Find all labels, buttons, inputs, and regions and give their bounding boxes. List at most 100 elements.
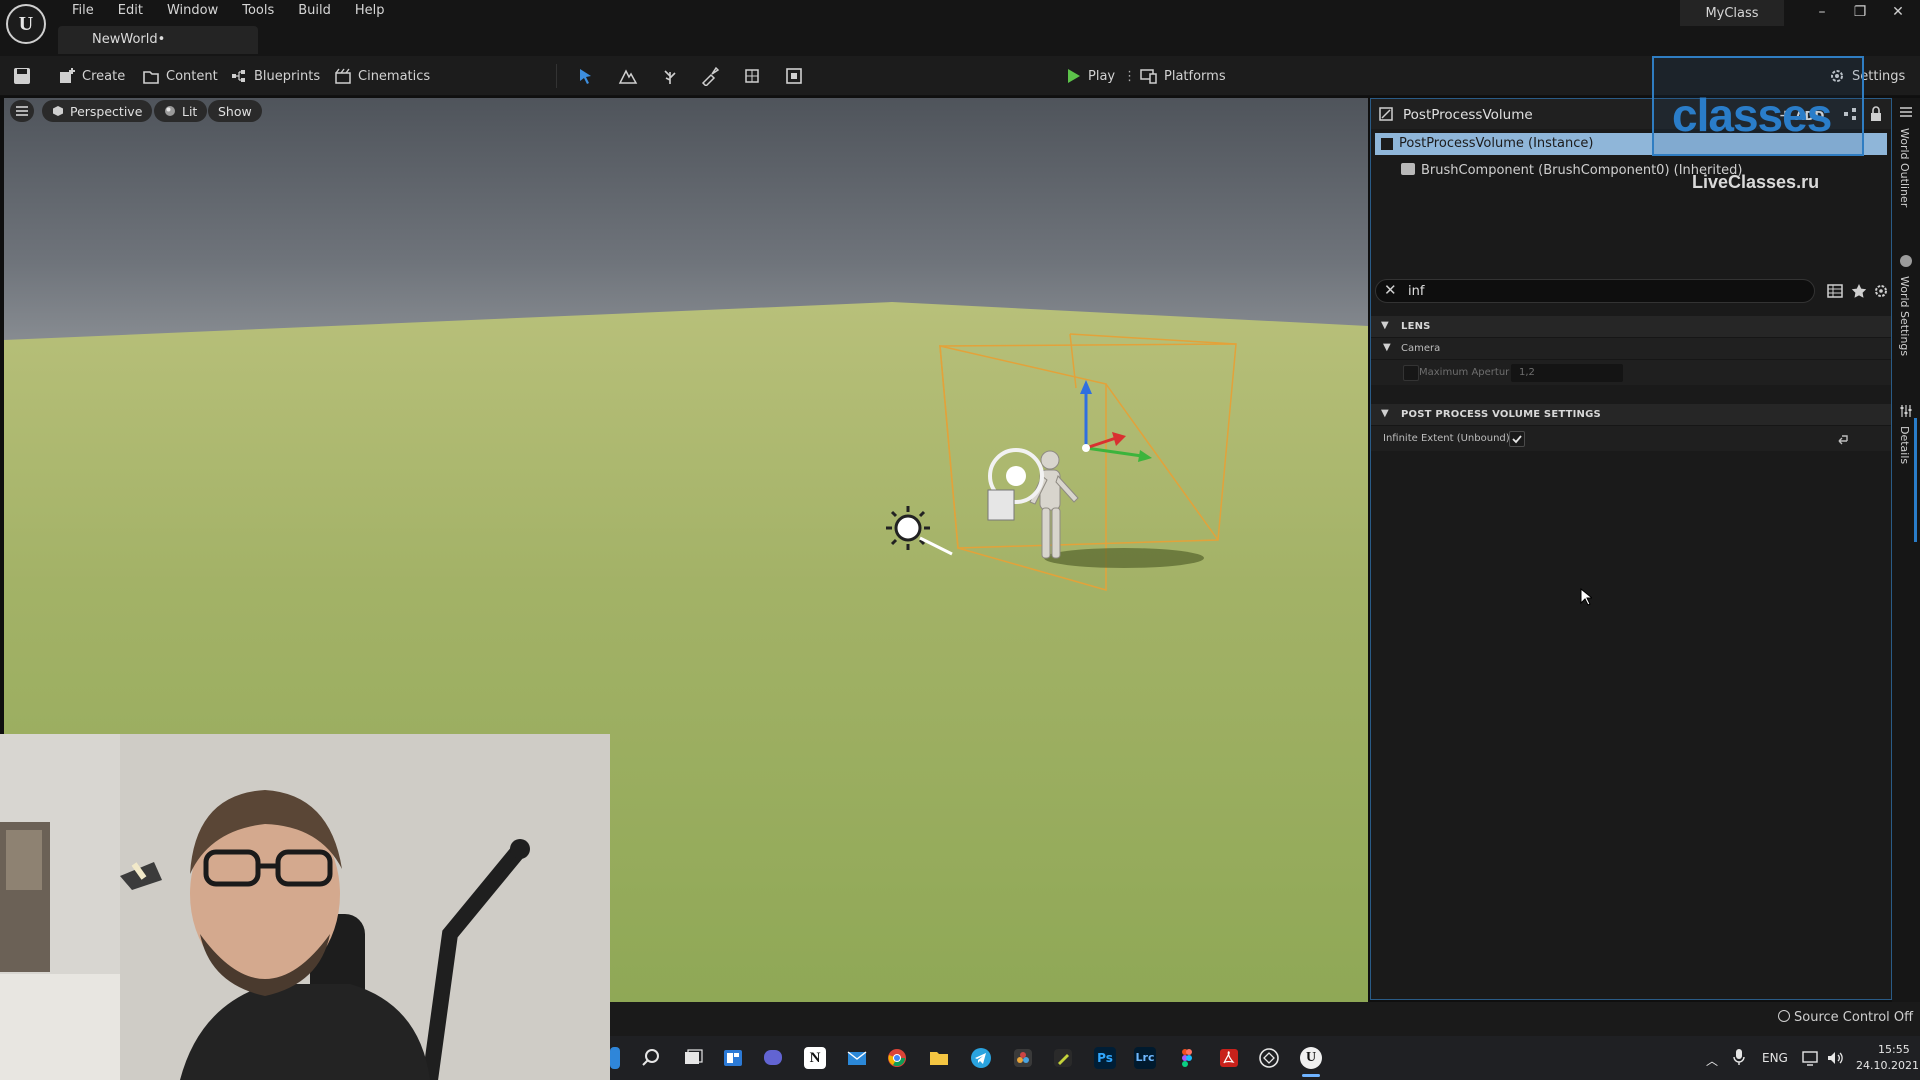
mouse-cursor-icon <box>1580 588 1592 606</box>
side-tab-strip: World Outliner World Settings Details <box>1892 98 1920 1002</box>
save-icon[interactable] <box>12 66 32 86</box>
webcam-overlay <box>0 734 610 1080</box>
cinematics-button[interactable]: Cinematics <box>334 64 430 88</box>
menu-window[interactable]: Window <box>155 0 230 22</box>
side-tab-world-outliner[interactable]: World Outliner <box>1898 128 1911 207</box>
check-icon <box>1512 435 1522 444</box>
favorites-star-icon[interactable] <box>1851 283 1867 299</box>
platforms-button[interactable]: Platforms <box>1140 64 1226 88</box>
acrobat-icon[interactable] <box>1218 1047 1240 1069</box>
widgets-icon[interactable] <box>722 1047 744 1069</box>
project-name: MyClass <box>1680 0 1784 26</box>
subcategory-camera[interactable]: ▼ Camera <box>1371 337 1891 359</box>
lightroom-classic-icon[interactable]: Lrc <box>1134 1047 1156 1069</box>
microphone-icon[interactable] <box>1732 1048 1746 1066</box>
show-button[interactable]: Show <box>208 100 262 122</box>
viewport-menu-button[interactable] <box>10 100 34 122</box>
content-label: Content <box>166 68 218 84</box>
figma-icon[interactable] <box>1176 1047 1198 1069</box>
menu-tools[interactable]: Tools <box>230 0 286 22</box>
status-bar <box>610 1002 1920 1036</box>
details-settings-gear-icon[interactable] <box>1873 283 1889 299</box>
play-label: Play <box>1088 68 1116 84</box>
pencil-app-icon[interactable] <box>1052 1047 1074 1069</box>
fracture-mode-icon[interactable] <box>784 66 804 86</box>
source-control-button[interactable]: Source Control Off <box>1778 1010 1913 1025</box>
chrome-icon[interactable] <box>886 1047 908 1069</box>
unity-hub-icon[interactable] <box>1258 1047 1280 1069</box>
show-label: Show <box>218 103 252 119</box>
tray-overflow-icon[interactable]: ︿ <box>1706 1052 1718 1069</box>
side-tab-details[interactable]: Details <box>1898 426 1911 464</box>
source-control-label: Source Control Off <box>1794 1010 1914 1025</box>
network-icon[interactable] <box>1802 1050 1818 1066</box>
actor-name[interactable]: PostProcessVolume <box>1403 107 1533 123</box>
modeling-mode-icon[interactable] <box>742 66 762 86</box>
play-icon <box>1068 69 1080 83</box>
landscape-mode-icon[interactable] <box>618 66 638 86</box>
component-selected-label: PostProcessVolume (Instance) <box>1399 136 1594 151</box>
notion-icon[interactable]: N <box>804 1047 826 1069</box>
subcategory-camera-label: Camera <box>1401 343 1441 354</box>
cube-icon <box>53 106 63 116</box>
file-explorer-icon[interactable] <box>928 1047 950 1069</box>
create-label: Create <box>82 68 126 84</box>
infinite-extent-label: Infinite Extent (Unbound) <box>1383 433 1510 444</box>
language-indicator[interactable]: ENG <box>1762 1051 1788 1065</box>
table-view-icon[interactable] <box>1827 283 1843 299</box>
close-button[interactable]: ✕ <box>1884 4 1912 26</box>
davinci-icon[interactable] <box>1012 1047 1034 1069</box>
foliage-mode-icon[interactable] <box>660 66 680 86</box>
teams-chat-icon[interactable] <box>762 1047 784 1069</box>
photoshop-icon[interactable]: Ps <box>1094 1047 1116 1069</box>
menu-file[interactable]: File <box>60 0 106 22</box>
telegram-icon[interactable] <box>970 1047 992 1069</box>
category-ppv-settings[interactable]: ▼ POST PROCESS VOLUME SETTINGS <box>1371 403 1891 425</box>
search-icon[interactable] <box>640 1047 662 1069</box>
side-tab-world-settings[interactable]: World Settings <box>1898 276 1911 356</box>
volume-icon[interactable] <box>1826 1050 1844 1066</box>
blueprints-label: Blueprints <box>254 68 321 84</box>
perspective-label: Perspective <box>70 103 143 119</box>
max-aperture-override-checkbox[interactable] <box>1403 365 1419 381</box>
source-control-icon <box>1778 1010 1790 1022</box>
start-button-icon[interactable] <box>610 1047 620 1069</box>
restore-button[interactable]: ❐ <box>1846 4 1874 26</box>
cinematics-icon <box>335 68 351 84</box>
clock-date[interactable]: 24.10.2021 <box>1856 1059 1919 1072</box>
category-lens-label: LENS <box>1401 321 1431 332</box>
category-lens[interactable]: ▼ LENS <box>1371 315 1891 337</box>
infinite-extent-checkbox[interactable] <box>1509 431 1525 447</box>
platforms-label: Platforms <box>1164 68 1226 84</box>
content-button[interactable]: Content <box>142 64 218 88</box>
mail-icon[interactable] <box>846 1047 868 1069</box>
clock-time[interactable]: 15:55 <box>1878 1043 1910 1056</box>
lit-button[interactable]: Lit <box>154 100 208 122</box>
volume-component-icon <box>1381 138 1393 150</box>
blueprints-icon <box>232 70 245 82</box>
unreal-logo-icon[interactable]: U <box>6 4 46 44</box>
webcam-image <box>0 734 610 1080</box>
blueprints-button[interactable]: Blueprints <box>230 64 320 88</box>
menu-help[interactable]: Help <box>343 0 397 22</box>
details-search-input[interactable]: ✕ inf <box>1375 279 1815 303</box>
unreal-editor-taskbar-icon[interactable]: U <box>1300 1047 1322 1069</box>
content-icon <box>143 71 159 84</box>
level-tab[interactable]: NewWorld• <box>58 26 258 54</box>
menu-edit[interactable]: Edit <box>106 0 155 22</box>
play-options-icon[interactable]: ⋮ <box>1123 69 1136 84</box>
play-button[interactable]: Play ⋮ <box>1064 64 1136 88</box>
minimize-button[interactable]: – <box>1808 4 1836 26</box>
create-button[interactable]: Create <box>58 64 125 88</box>
reset-to-default-icon[interactable] <box>1835 433 1849 445</box>
perspective-button[interactable]: Perspective <box>42 100 153 122</box>
mesh-paint-mode-icon[interactable] <box>700 66 720 86</box>
task-view-icon[interactable] <box>682 1047 704 1069</box>
menu-build[interactable]: Build <box>286 0 343 22</box>
lock-icon[interactable] <box>1869 106 1883 122</box>
watermark-site: LiveClasses.ru <box>1692 172 1820 192</box>
clear-search-icon[interactable]: ✕ <box>1384 281 1397 299</box>
select-mode-icon[interactable] <box>576 66 596 86</box>
max-aperture-field[interactable]: 1,2 <box>1511 364 1623 382</box>
menu-bar: File Edit Window Tools Build Help <box>60 0 397 22</box>
